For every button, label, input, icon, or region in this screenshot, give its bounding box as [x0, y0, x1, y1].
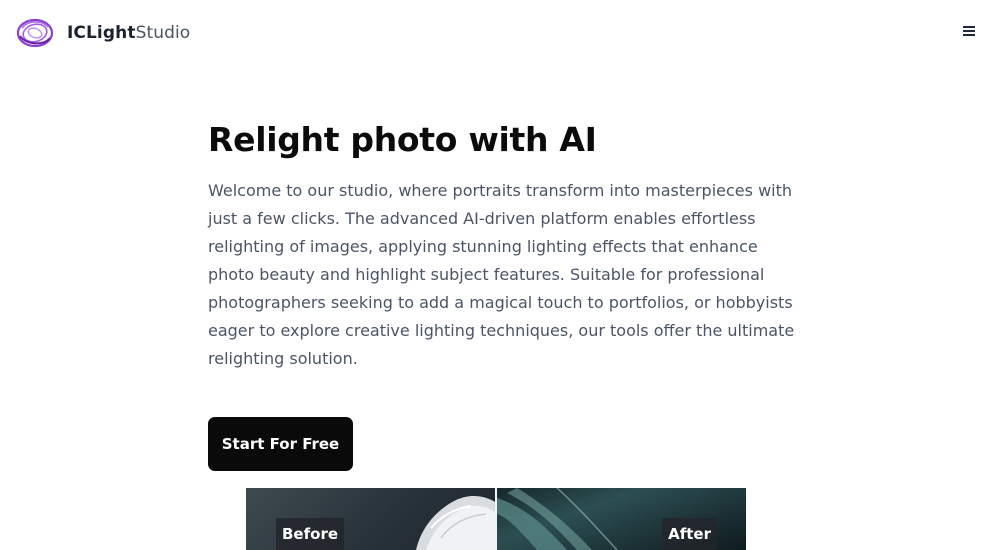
brand-name-light: Studio: [135, 23, 191, 43]
brand-name: ICLightStudio: [67, 23, 190, 43]
menu-button[interactable]: [959, 22, 979, 40]
brand-name-strong: ICLight: [67, 23, 136, 43]
swirl-logo-icon: [16, 18, 54, 48]
hero-description: Welcome to our studio, where portraits t…: [208, 181, 795, 368]
after-label: After: [662, 518, 717, 550]
home-logo-link[interactable]: ICLightStudio: [16, 16, 190, 50]
hamburger-menu-icon: [963, 26, 975, 36]
before-after-comparison[interactable]: Before After: [246, 488, 746, 550]
before-label: Before: [276, 518, 345, 550]
page-title: Relight photo with AI: [208, 120, 597, 159]
start-for-free-button[interactable]: Start For Free: [208, 417, 353, 471]
after-image: After: [497, 488, 746, 550]
top-navbar: ICLightStudio: [0, 0, 994, 66]
before-image: Before: [246, 488, 495, 550]
